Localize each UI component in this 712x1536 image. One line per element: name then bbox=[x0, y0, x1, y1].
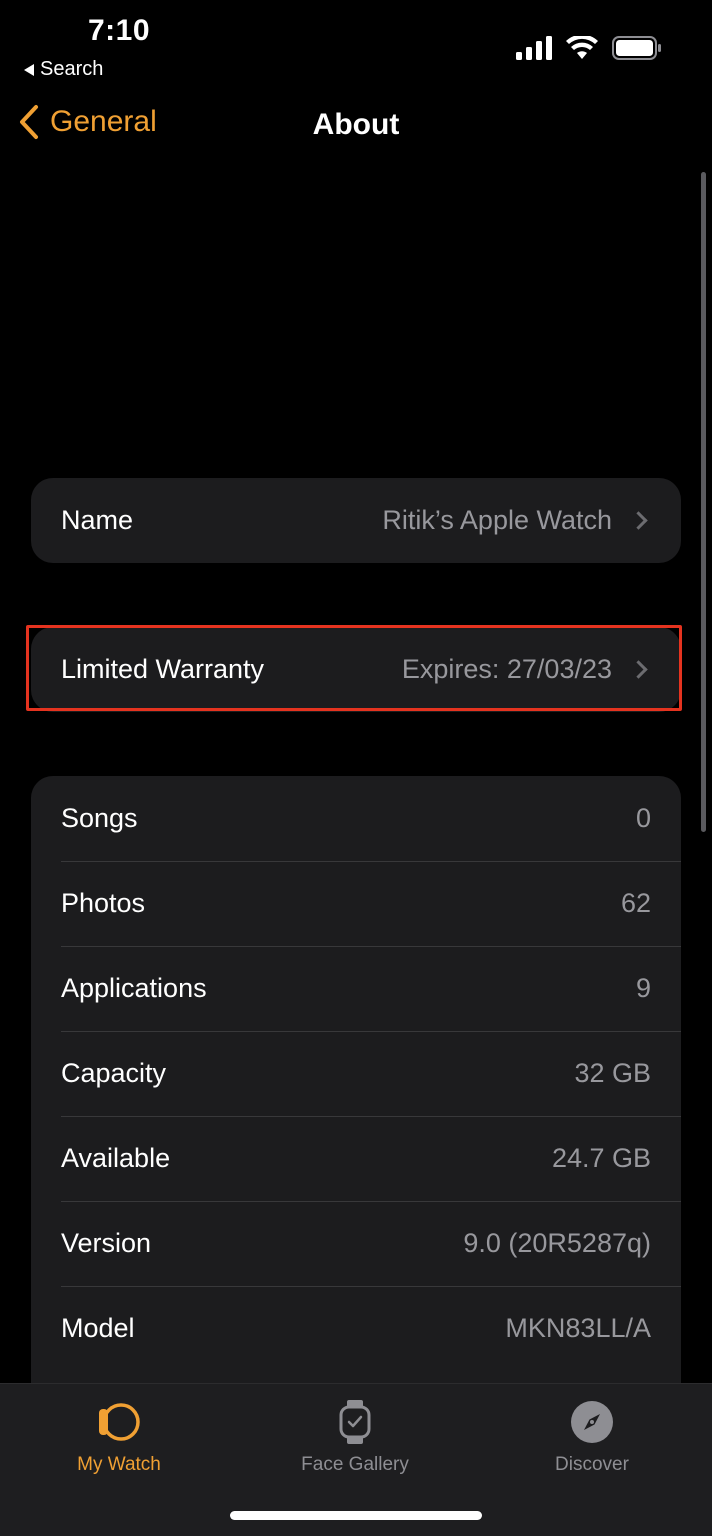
info-label: Applications bbox=[61, 973, 207, 1003]
info-row-available: Available 24.7 GB bbox=[31, 1116, 681, 1201]
info-value: 9.0 (20R5287q) bbox=[463, 1228, 651, 1258]
back-triangle-icon bbox=[24, 63, 34, 76]
tab-label: Face Gallery bbox=[301, 1454, 409, 1475]
compass-icon bbox=[571, 1401, 613, 1443]
watch-icon bbox=[99, 1403, 140, 1441]
tab-label: My Watch bbox=[77, 1454, 161, 1475]
warranty-value: Expires: 27/03/23 bbox=[401, 654, 612, 684]
warranty-label: Limited Warranty bbox=[61, 654, 265, 684]
status-back-to-search[interactable]: Search bbox=[24, 58, 103, 81]
tab-discover[interactable]: Discover bbox=[502, 1396, 682, 1476]
name-value: Ritik’s Apple Watch bbox=[382, 505, 612, 535]
warranty-group: Limited Warranty Expires: 27/03/23 bbox=[31, 627, 681, 712]
info-value: 32 GB bbox=[574, 1058, 651, 1088]
info-row-applications: Applications 9 bbox=[31, 946, 681, 1031]
scroll-indicator[interactable] bbox=[701, 172, 706, 832]
info-label: Capacity bbox=[61, 1058, 167, 1088]
cellular-signal-icon bbox=[516, 36, 552, 60]
chevron-right-icon bbox=[629, 660, 648, 679]
info-row-photos: Photos 62 bbox=[31, 861, 681, 946]
status-back-label: Search bbox=[40, 58, 104, 80]
tab-label: Discover bbox=[555, 1454, 629, 1475]
info-value: 24.7 GB bbox=[551, 1143, 651, 1173]
status-time: 7:10 bbox=[88, 14, 151, 47]
name-label: Name bbox=[61, 505, 134, 535]
name-group: Name Ritik’s Apple Watch bbox=[31, 478, 681, 563]
wifi-icon bbox=[566, 36, 598, 59]
chevron-right-icon bbox=[629, 511, 648, 530]
tab-face-gallery[interactable]: Face Gallery bbox=[265, 1396, 445, 1476]
battery-icon bbox=[612, 36, 661, 60]
info-row-version: Version 9.0 (20R5287q) bbox=[31, 1201, 681, 1286]
info-row-capacity: Capacity 32 GB bbox=[31, 1031, 681, 1116]
home-indicator[interactable] bbox=[230, 1511, 482, 1520]
info-label: Model bbox=[61, 1313, 135, 1343]
tab-my-watch[interactable]: My Watch bbox=[29, 1396, 209, 1476]
info-label: Photos bbox=[61, 888, 146, 918]
info-group: Songs 0 Photos 62 Applications 9 Capacit… bbox=[31, 776, 681, 1416]
info-row-model: Model MKN83LL/A bbox=[31, 1286, 681, 1371]
info-value: 9 bbox=[635, 973, 651, 1003]
info-value: 0 bbox=[635, 803, 651, 833]
info-value: MKN83LL/A bbox=[505, 1313, 651, 1343]
info-label: Available bbox=[61, 1143, 171, 1173]
limited-warranty-row[interactable]: Limited Warranty Expires: 27/03/23 bbox=[31, 627, 681, 712]
watch-face-icon bbox=[339, 1400, 371, 1444]
info-row-songs: Songs 0 bbox=[31, 776, 681, 861]
status-icons bbox=[516, 36, 662, 60]
info-label: Version bbox=[61, 1228, 152, 1258]
info-value: 62 bbox=[620, 888, 651, 918]
name-row[interactable]: Name Ritik’s Apple Watch bbox=[31, 478, 681, 563]
page-title: About bbox=[312, 108, 400, 141]
info-label: Songs bbox=[61, 803, 138, 833]
